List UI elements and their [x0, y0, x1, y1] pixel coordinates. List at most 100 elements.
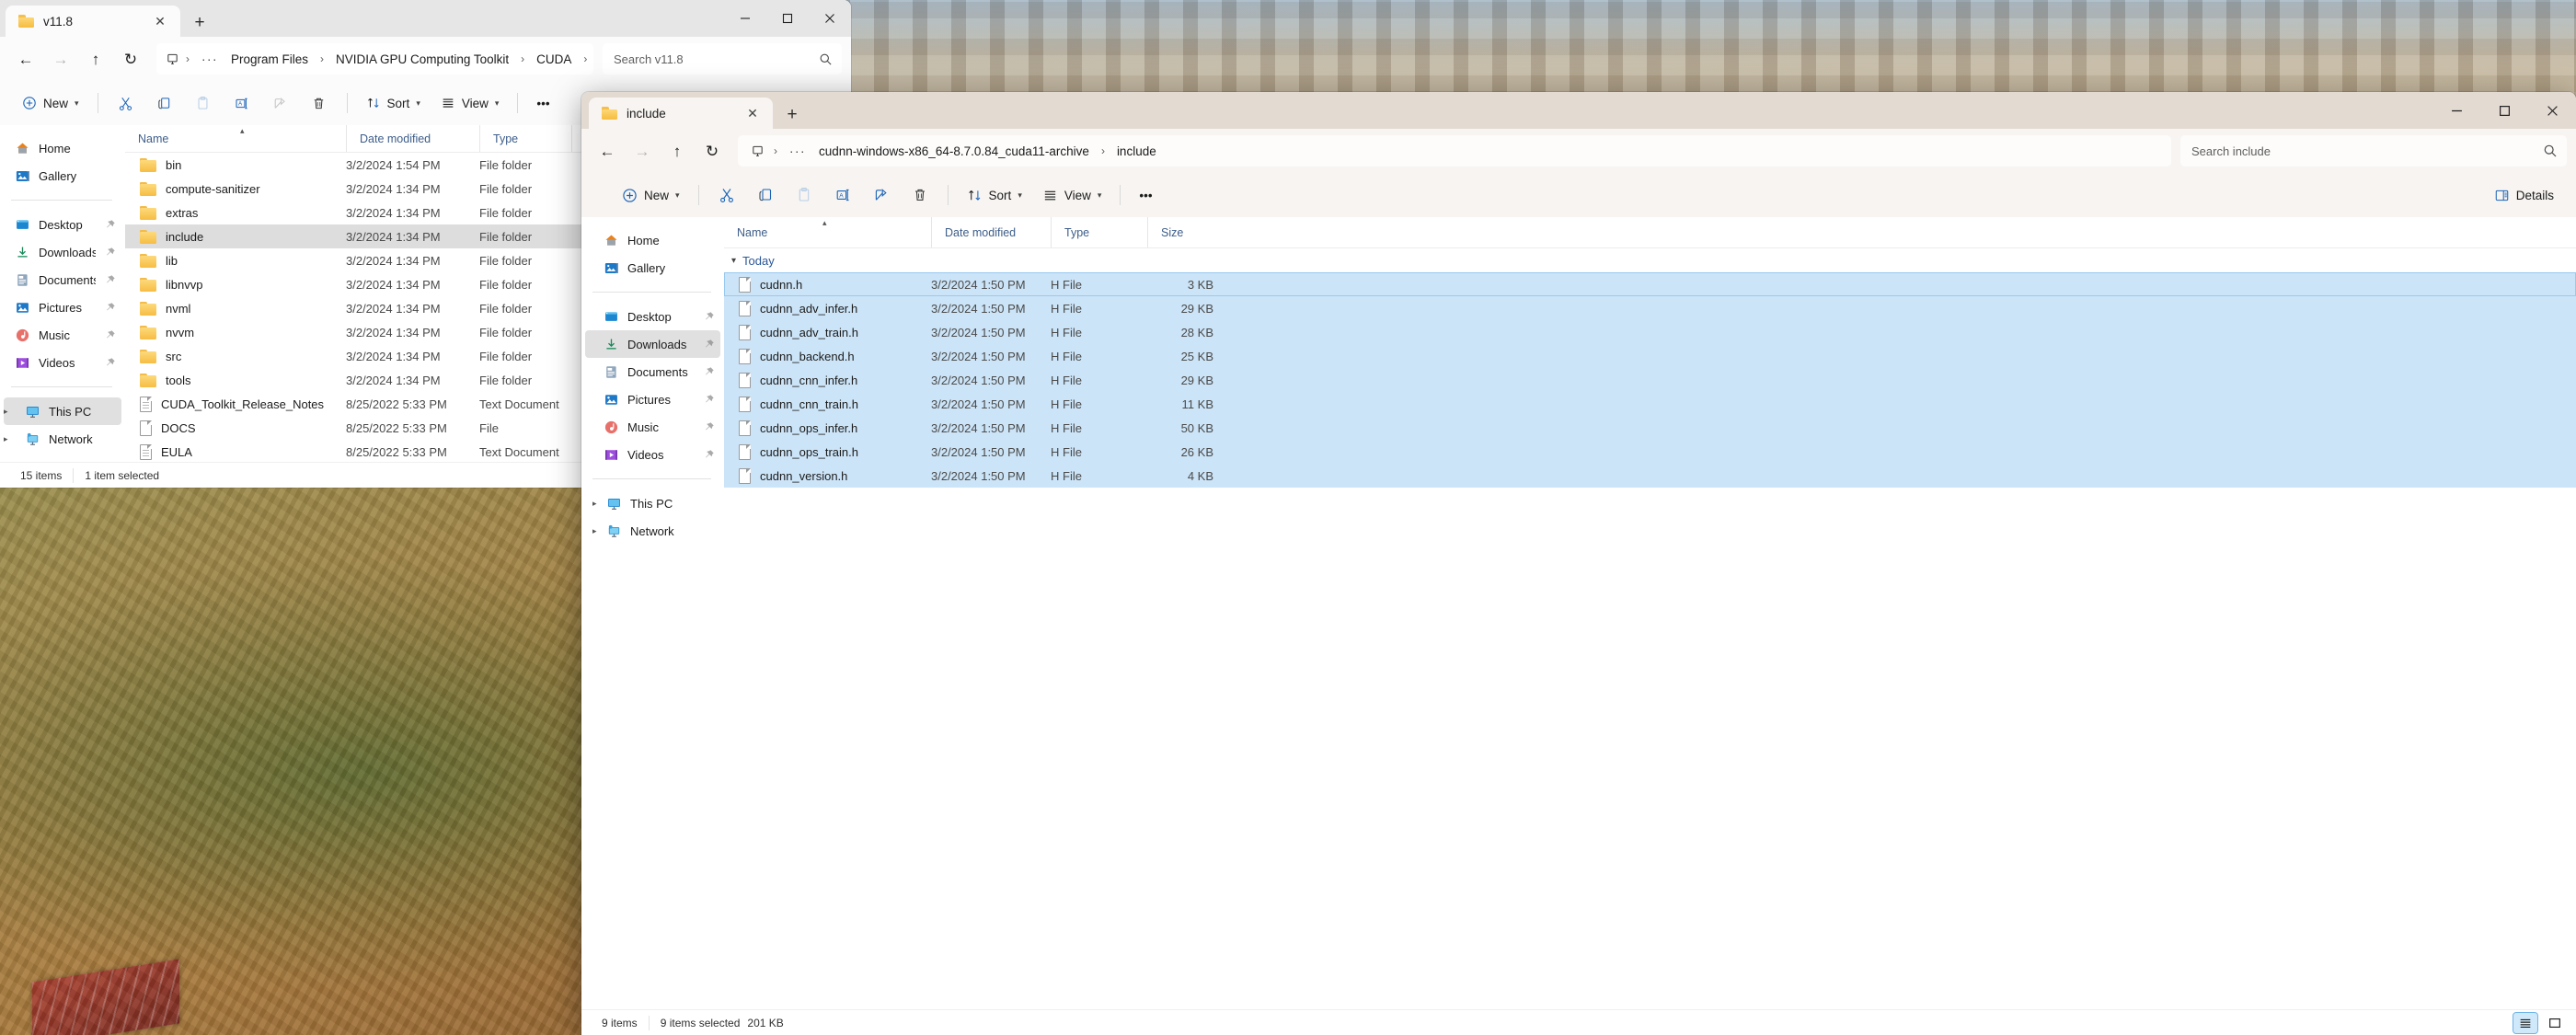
table-row[interactable]: cudnn.h 3/2/2024 1:50 PM H File 3 KB — [724, 272, 2576, 296]
search-input[interactable]: Search v11.8 — [603, 43, 842, 75]
details-pane-button[interactable]: Details — [2485, 179, 2563, 211]
view-button[interactable]: View ▾ — [431, 87, 509, 119]
more-options-button[interactable]: ••• — [1130, 179, 1161, 211]
sidebar-item-music[interactable]: Music — [4, 321, 121, 349]
breadcrumb[interactable]: › ··· Program Files › NVIDIA GPU Computi… — [156, 43, 593, 75]
pin-icon[interactable] — [703, 394, 715, 406]
sidebar-item-network[interactable]: ▸ Network — [585, 517, 720, 545]
back-icon[interactable]: ← — [591, 135, 624, 167]
pin-icon[interactable] — [703, 366, 715, 378]
sidebar-item-videos[interactable]: Videos — [4, 349, 121, 376]
pin-icon[interactable] — [104, 329, 116, 341]
tab-v11-8[interactable]: v11.8 ✕ — [6, 6, 180, 37]
breadcrumb-overflow[interactable]: ··· — [196, 52, 224, 66]
file-list-pane[interactable]: ▴ Name Date modified Type Size ▾ Today c… — [724, 217, 2576, 1009]
table-row[interactable]: cudnn_ops_infer.h 3/2/2024 1:50 PM H File 5… — [724, 416, 2576, 440]
sort-button[interactable]: Sort ▾ — [357, 87, 430, 119]
copy-button[interactable] — [747, 179, 784, 211]
sidebar-item-videos[interactable]: Videos — [585, 441, 720, 468]
copy-button[interactable] — [146, 87, 183, 119]
refresh-icon[interactable]: ↻ — [114, 43, 147, 75]
more-options-button[interactable]: ••• — [527, 87, 558, 119]
sidebar-item-this-pc[interactable]: ▸ This PC — [4, 397, 121, 425]
breadcrumb[interactable]: › ··· cudnn-windows-x86_64-8.7.0.84_cuda… — [738, 135, 2171, 167]
new-tab-button[interactable]: + — [184, 7, 215, 37]
chevron-right-icon[interactable]: ▸ — [585, 526, 598, 536]
chevron-right-icon[interactable]: ▸ — [585, 499, 598, 509]
this-pc-icon[interactable] — [166, 52, 179, 66]
sidebar-item-gallery[interactable]: Gallery — [585, 254, 720, 282]
delete-button[interactable] — [301, 87, 338, 119]
sort-button[interactable]: Sort ▾ — [958, 179, 1031, 211]
tab-include[interactable]: include ✕ — [589, 98, 773, 129]
sidebar-item-desktop[interactable]: Desktop — [4, 211, 121, 238]
back-icon[interactable]: ← — [9, 43, 42, 75]
column-header-date[interactable]: Date modified — [931, 217, 1051, 247]
new-tab-button[interactable]: + — [776, 99, 808, 129]
table-row[interactable]: cudnn_cnn_train.h 3/2/2024 1:50 PM H File 1… — [724, 392, 2576, 416]
delete-button[interactable] — [902, 179, 938, 211]
column-header-size[interactable]: Size — [1147, 217, 1221, 247]
tab-close-icon[interactable]: ✕ — [742, 102, 764, 124]
maximize-button[interactable] — [766, 0, 809, 37]
group-header-today[interactable]: ▾ Today — [724, 248, 2576, 272]
pin-icon[interactable] — [104, 219, 116, 231]
sidebar-item-pictures[interactable]: Pictures — [585, 385, 720, 413]
cut-button[interactable] — [708, 179, 745, 211]
thumbnail-view-icon[interactable] — [2543, 1013, 2567, 1033]
column-header-type[interactable]: Type — [1051, 217, 1147, 247]
search-icon[interactable] — [819, 52, 833, 66]
breadcrumb-item-nvidia-toolkit[interactable]: NVIDIA GPU Computing Toolkit — [330, 50, 514, 69]
minimize-button[interactable] — [2432, 92, 2480, 129]
pin-icon[interactable] — [104, 274, 116, 286]
pin-icon[interactable] — [104, 357, 116, 369]
pin-icon[interactable] — [104, 302, 116, 314]
refresh-icon[interactable]: ↻ — [696, 135, 729, 167]
close-button[interactable] — [2528, 92, 2576, 129]
share-button[interactable] — [863, 179, 900, 211]
sidebar-item-music[interactable]: Music — [585, 413, 720, 441]
table-row[interactable]: cudnn_ops_train.h 3/2/2024 1:50 PM H File 2… — [724, 440, 2576, 464]
column-header-type[interactable]: Type — [479, 125, 571, 152]
tab-close-icon[interactable]: ✕ — [149, 10, 171, 32]
chevron-right-icon[interactable]: ▸ — [4, 434, 17, 444]
sidebar-item-downloads[interactable]: Downloads — [585, 330, 720, 358]
explorer-window-include[interactable]: include ✕ + ← → ↑ ↻ › ··· cudnn-windows-… — [581, 92, 2576, 1035]
pin-icon[interactable] — [703, 449, 715, 461]
rename-button[interactable]: A — [224, 87, 260, 119]
pin-icon[interactable] — [703, 339, 715, 351]
paste-button[interactable] — [786, 179, 822, 211]
search-icon[interactable] — [2543, 144, 2558, 158]
sidebar-item-home[interactable]: Home — [4, 134, 121, 162]
details-view-icon[interactable] — [2513, 1011, 2538, 1034]
breadcrumb-item-cudnn-archive[interactable]: cudnn-windows-x86_64-8.7.0.84_cuda11-arc… — [813, 142, 1095, 161]
minimize-button[interactable] — [724, 0, 766, 37]
pin-icon[interactable] — [104, 247, 116, 259]
maximize-button[interactable] — [2480, 92, 2528, 129]
column-header-name[interactable]: ▴ Name — [125, 125, 346, 152]
close-button[interactable] — [809, 0, 851, 37]
sidebar-item-home[interactable]: Home — [585, 226, 720, 254]
table-row[interactable]: cudnn_cnn_infer.h 3/2/2024 1:50 PM H File 2… — [724, 368, 2576, 392]
breadcrumb-item-cuda[interactable]: CUDA — [531, 50, 577, 69]
breadcrumb-overflow[interactable]: ··· — [784, 144, 811, 158]
sidebar-item-documents[interactable]: Documents — [585, 358, 720, 385]
sidebar-item-documents[interactable]: Documents — [4, 266, 121, 293]
forward-icon[interactable]: → — [44, 43, 77, 75]
this-pc-icon[interactable] — [747, 144, 767, 158]
chevron-right-icon[interactable]: ▸ — [4, 407, 17, 417]
chevron-down-icon[interactable]: ▾ — [731, 256, 736, 266]
forward-icon[interactable]: → — [626, 135, 659, 167]
up-icon[interactable]: ↑ — [79, 43, 112, 75]
sidebar-item-desktop[interactable]: Desktop — [585, 303, 720, 330]
column-header-date[interactable]: Date modified — [346, 125, 479, 152]
pin-icon[interactable] — [703, 421, 715, 433]
view-button[interactable]: View ▾ — [1033, 179, 1111, 211]
table-row[interactable]: cudnn_adv_train.h 3/2/2024 1:50 PM H File 2… — [724, 320, 2576, 344]
table-row[interactable]: cudnn_adv_infer.h 3/2/2024 1:50 PM H File 2… — [724, 296, 2576, 320]
sidebar-item-gallery[interactable]: Gallery — [4, 162, 121, 190]
sidebar-item-network[interactable]: ▸ Network — [4, 425, 121, 453]
sidebar-item-this-pc[interactable]: ▸ This PC — [585, 489, 720, 517]
column-header-name[interactable]: ▴ Name — [724, 217, 931, 247]
new-button[interactable]: New ▾ — [613, 179, 689, 211]
